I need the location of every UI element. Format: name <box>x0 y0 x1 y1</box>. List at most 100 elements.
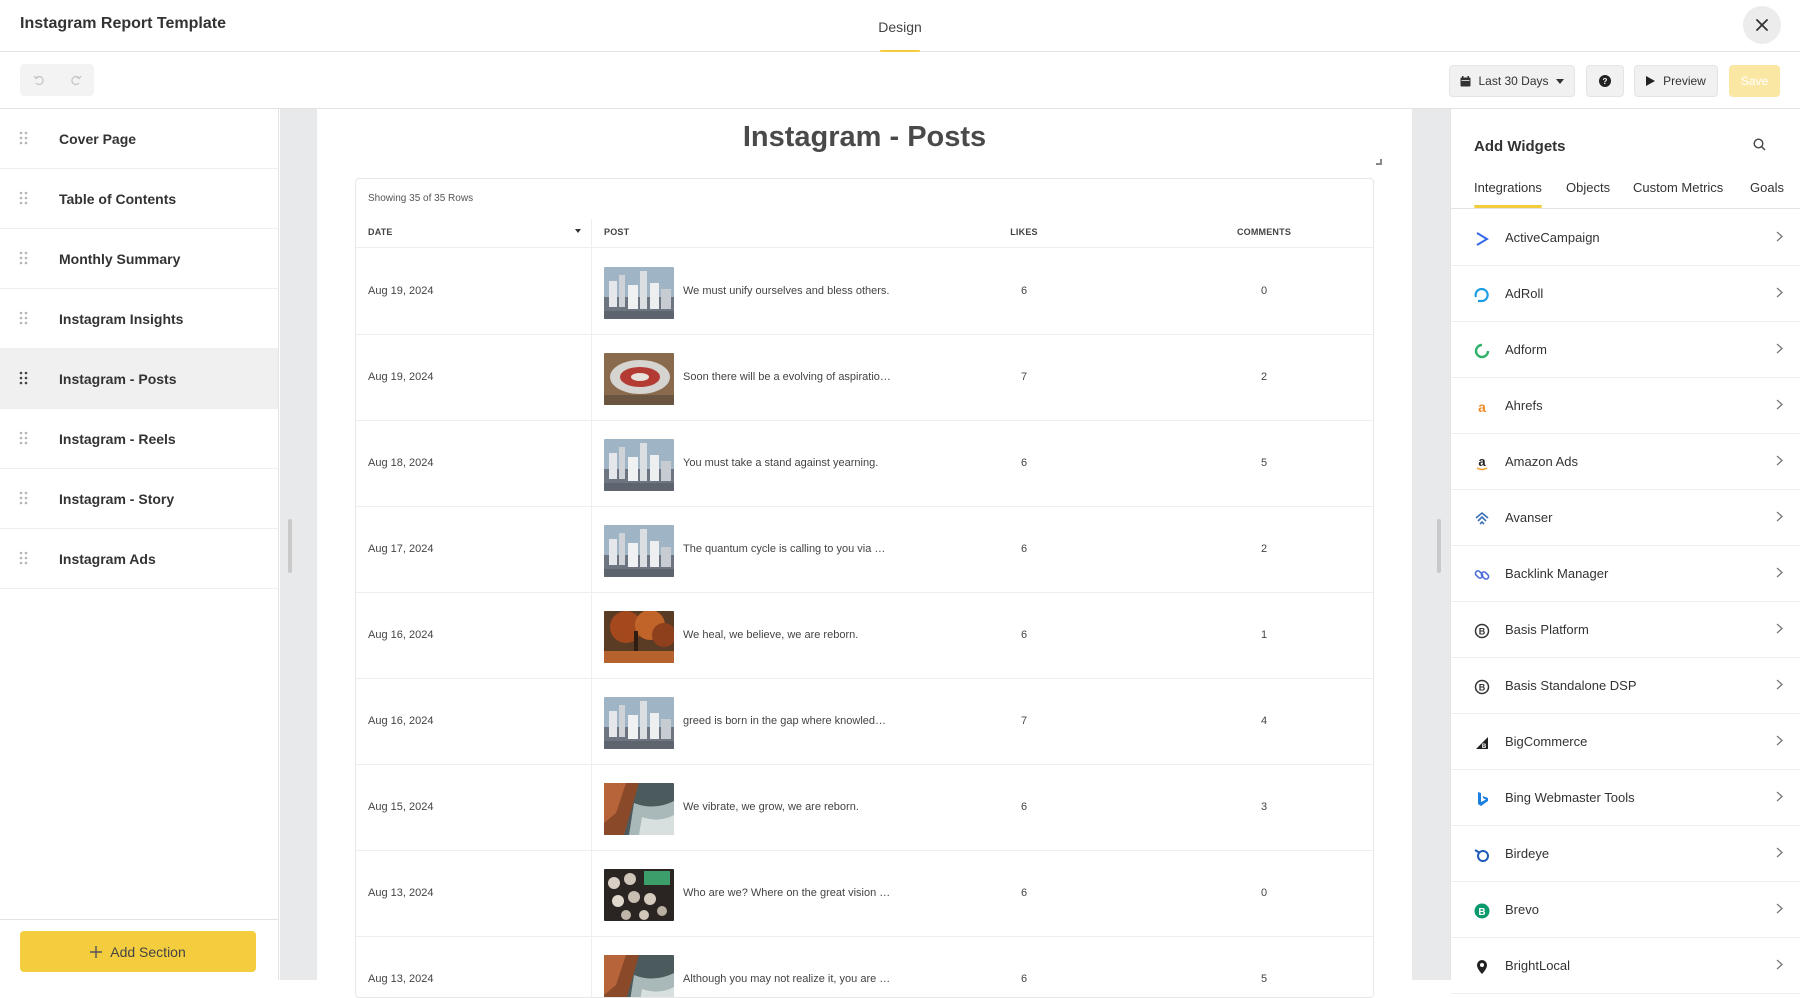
adroll-icon <box>1474 287 1489 302</box>
drag-handle-icon[interactable] <box>19 131 29 145</box>
integration-logo <box>1473 510 1490 527</box>
chevron-right-icon <box>1776 231 1783 242</box>
integration-item-adroll[interactable]: AdRoll <box>1451 266 1800 322</box>
drag-handle-icon[interactable] <box>19 431 29 445</box>
integration-item-bigcommerce[interactable]: B BigCommerce <box>1451 714 1800 770</box>
activecampaign-icon <box>1475 231 1489 246</box>
sidebar-item-table-of-contents[interactable]: Table of Contents <box>0 169 278 229</box>
header-date[interactable]: DATE <box>368 227 393 237</box>
table-row: Aug 19, 2024 Soon there will be a evolvin… <box>356 335 1373 421</box>
sidebar-item-instagram-insights[interactable]: Instagram Insights <box>0 289 278 349</box>
basis-icon: B <box>1474 623 1489 638</box>
svg-text:B: B <box>1478 907 1485 918</box>
add-widgets-panel: Add Widgets Integrations Objects Custom … <box>1450 109 1800 994</box>
integration-item-activecampaign[interactable]: ActiveCampaign <box>1451 210 1800 266</box>
drag-handle-icon[interactable] <box>19 251 29 265</box>
redo-icon <box>70 75 82 86</box>
preview-label: Preview <box>1663 74 1706 88</box>
post-thumbnail <box>604 869 674 921</box>
drag-handle-icon[interactable] <box>19 551 29 565</box>
basis-dsp-icon: B <box>1474 679 1489 694</box>
header-likes[interactable]: LIKES <box>1008 227 1040 237</box>
cell-comments: 0 <box>1260 887 1268 899</box>
cell-comments: 2 <box>1260 543 1268 555</box>
sidebar-item-instagram-posts[interactable]: Instagram - Posts <box>0 349 278 409</box>
integration-name: Backlink Manager <box>1505 566 1609 581</box>
integration-logo <box>1473 566 1490 583</box>
tab-integrations[interactable]: Integrations <box>1474 180 1542 208</box>
header-comments[interactable]: COMMENTS <box>1229 227 1299 237</box>
posts-table-widget[interactable]: Showing 35 of 35 Rows DATE POST LIKES CO… <box>355 178 1374 998</box>
integration-logo: B <box>1473 734 1490 751</box>
row-count: Showing 35 of 35 Rows <box>368 193 474 204</box>
integration-name: Basis Standalone DSP <box>1505 678 1637 693</box>
sidebar-item-instagram-ads[interactable]: Instagram Ads <box>0 529 278 589</box>
chevron-right-icon <box>1776 847 1783 858</box>
redo-button[interactable] <box>57 64 94 96</box>
integration-item-amazon-ads[interactable]: a Amazon Ads <box>1451 434 1800 490</box>
sort-desc-icon[interactable] <box>575 229 581 233</box>
drag-handle-icon[interactable] <box>19 491 29 505</box>
sidebar-item-label: Instagram - Posts <box>59 370 177 387</box>
date-range-button[interactable]: Last 30 Days <box>1449 65 1575 97</box>
cell-date: Aug 15, 2024 <box>368 801 434 813</box>
cell-date: Aug 16, 2024 <box>368 629 434 641</box>
sidebar-item-label: Table of Contents <box>59 190 177 207</box>
right-resize-handle[interactable] <box>1437 519 1441 573</box>
cell-comments: 1 <box>1260 629 1268 641</box>
tab-custom-metrics[interactable]: Custom Metrics <box>1633 180 1723 195</box>
integration-item-brevo[interactable]: B Brevo <box>1451 882 1800 938</box>
chevron-right-icon <box>1776 567 1783 578</box>
sidebar-item-instagram-reels[interactable]: Instagram - Reels <box>0 409 278 469</box>
cell-post: greed is born in the gap where knowled… <box>683 715 887 727</box>
preview-button[interactable]: Preview <box>1634 65 1718 97</box>
save-button[interactable]: Save <box>1729 65 1780 97</box>
sidebar-item-instagram-story[interactable]: Instagram - Story <box>0 469 278 529</box>
integration-item-brightlocal[interactable]: BrightLocal <box>1451 938 1800 994</box>
post-thumbnail <box>604 525 674 577</box>
integration-item-avanser[interactable]: Avanser <box>1451 490 1800 546</box>
cell-post: We vibrate, we grow, we are reborn. <box>683 801 859 813</box>
help-button[interactable]: ? <box>1586 65 1624 97</box>
bing-icon <box>1477 791 1488 806</box>
left-resize-handle[interactable] <box>288 519 292 573</box>
drag-handle-icon[interactable] <box>19 371 29 385</box>
integration-item-basis-standalone-dsp[interactable]: B Basis Standalone DSP <box>1451 658 1800 714</box>
tab-objects[interactable]: Objects <box>1566 180 1610 195</box>
integration-item-adform[interactable]: Adform <box>1451 322 1800 378</box>
cell-date: Aug 19, 2024 <box>368 285 434 297</box>
cell-date: Aug 19, 2024 <box>368 371 434 383</box>
add-section-button[interactable]: Add Section <box>20 931 256 972</box>
tab-design[interactable]: Design <box>868 0 932 53</box>
integration-item-basis-platform[interactable]: B Basis Platform <box>1451 602 1800 658</box>
table-row: Aug 16, 2024 We heal, we believe, we are … <box>356 593 1373 679</box>
integration-item-birdeye[interactable]: Birdeye <box>1451 826 1800 882</box>
widget-search-button[interactable] <box>1753 138 1766 156</box>
add-widgets-title: Add Widgets <box>1474 138 1566 155</box>
cell-date: Aug 16, 2024 <box>368 715 434 727</box>
adform-icon <box>1474 343 1489 358</box>
sidebar-divider <box>0 919 279 920</box>
integration-item-bing-webmaster-tools[interactable]: Bing Webmaster Tools <box>1451 770 1800 826</box>
sidebar-item-monthly-summary[interactable]: Monthly Summary <box>0 229 278 289</box>
drag-handle-icon[interactable] <box>19 311 29 325</box>
undo-button[interactable] <box>20 64 57 96</box>
drag-handle-icon[interactable] <box>19 191 29 205</box>
close-button[interactable] <box>1743 6 1781 44</box>
report-page: Instagram - Posts Showing 35 of 35 Rows … <box>317 109 1412 998</box>
integration-name: Ahrefs <box>1505 398 1543 413</box>
integration-logo: a <box>1473 454 1490 471</box>
widget-resize-handle[interactable] <box>1376 159 1382 165</box>
integration-item-backlink-manager[interactable]: Backlink Manager <box>1451 546 1800 602</box>
report-canvas: Instagram - Posts Showing 35 of 35 Rows … <box>280 109 1450 998</box>
sidebar-item-label: Instagram - Reels <box>59 430 176 447</box>
chevron-right-icon <box>1776 287 1783 298</box>
header-post[interactable]: POST <box>604 227 629 237</box>
integration-name: Basis Platform <box>1505 622 1589 637</box>
integration-item-ahrefs[interactable]: a Ahrefs <box>1451 378 1800 434</box>
tab-goals[interactable]: Goals <box>1750 180 1784 195</box>
search-icon <box>1753 138 1766 151</box>
page-title[interactable]: Instagram - Posts <box>317 121 1412 154</box>
sidebar-item-cover-page[interactable]: Cover Page <box>0 109 278 169</box>
sidebar-item-label: Cover Page <box>59 130 137 147</box>
